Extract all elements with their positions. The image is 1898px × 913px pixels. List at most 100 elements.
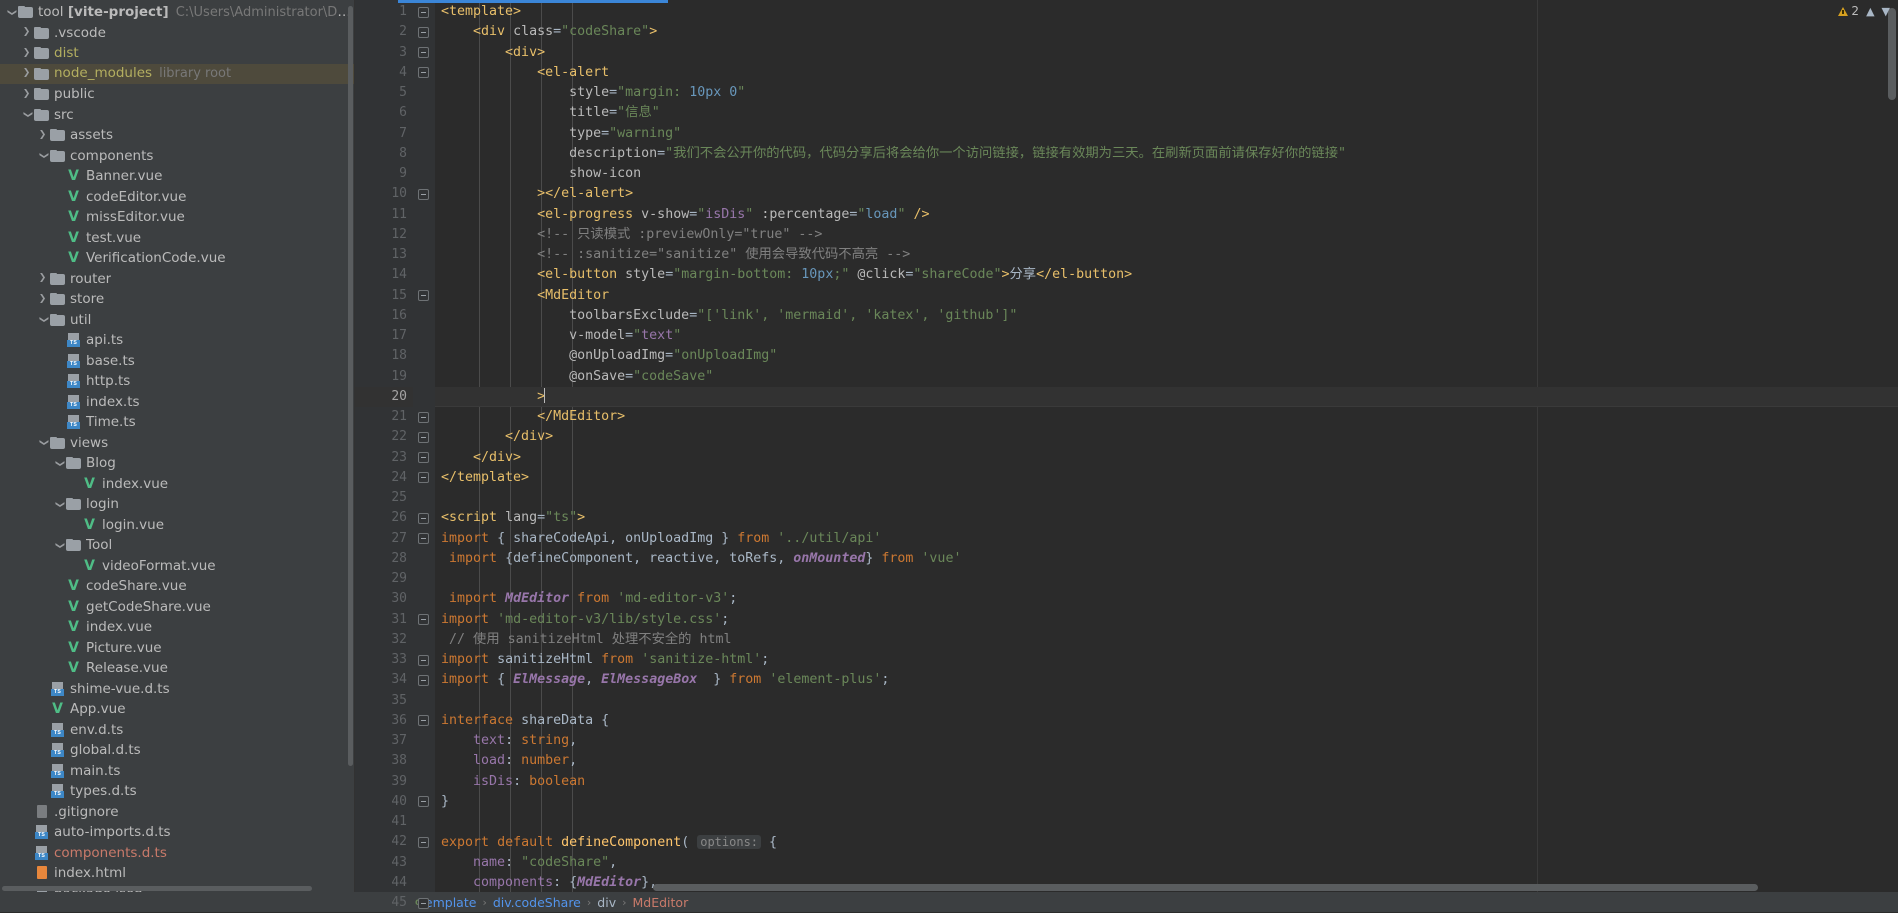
- code-line[interactable]: </MdEditor>: [435, 407, 1898, 427]
- chevron-right-icon[interactable]: ❯: [36, 294, 49, 304]
- code-line[interactable]: <div class="codeShare">: [435, 22, 1898, 42]
- fold-row[interactable]: [413, 508, 435, 528]
- tree-item-index-html[interactable]: index.html: [0, 863, 354, 884]
- tree-item-router[interactable]: ❯ router: [0, 269, 354, 290]
- line-number[interactable]: 42: [355, 832, 413, 852]
- tree-item-misseditor-vue[interactable]: VmissEditor.vue: [0, 207, 354, 228]
- line-number[interactable]: 39: [355, 772, 413, 792]
- line-number[interactable]: 17: [355, 326, 413, 346]
- fold-row[interactable]: [413, 225, 435, 245]
- fold-collapse-icon[interactable]: [418, 411, 429, 423]
- fold-row[interactable]: [413, 670, 435, 690]
- fold-row[interactable]: [413, 306, 435, 326]
- code-line[interactable]: name: "codeShare",: [435, 853, 1898, 873]
- fold-row[interactable]: [413, 427, 435, 447]
- line-number[interactable]: 38: [355, 751, 413, 771]
- breadcrumb-item[interactable]: div: [597, 895, 616, 910]
- chevron-down-icon[interactable]: ❯: [52, 541, 65, 550]
- fold-collapse-icon[interactable]: [418, 290, 429, 301]
- project-tree[interactable]: ❯ tool [vite-project] C:\Users\Administrat…: [0, 0, 354, 892]
- line-number[interactable]: 5: [355, 83, 413, 103]
- code-line[interactable]: <el-button style="margin-bottom: 10px;" …: [435, 265, 1898, 285]
- fold-collapse-icon[interactable]: [418, 614, 429, 625]
- fold-row[interactable]: [413, 569, 435, 589]
- chevron-up-icon[interactable]: ▲: [1866, 5, 1874, 18]
- tree-item-shime-vue-d-ts[interactable]: shime-vue.d.ts: [0, 679, 354, 700]
- fold-row[interactable]: [413, 184, 435, 204]
- line-number[interactable]: 24: [355, 468, 413, 488]
- fold-row[interactable]: [413, 589, 435, 609]
- line-number[interactable]: 12: [355, 225, 413, 245]
- tree-item-index-vue[interactable]: Vindex.vue: [0, 617, 354, 638]
- line-number-gutter[interactable]: 1 2 3 4 5 6 7 8 9 10 11 12 13 14 15 16 17 18 19 20 21 22 23 24 2…: [355, 0, 427, 910]
- tree-item-public[interactable]: ❯ public: [0, 84, 354, 105]
- line-number[interactable]: 9: [355, 164, 413, 184]
- fold-row[interactable]: [413, 144, 435, 164]
- fold-row[interactable]: [413, 630, 435, 650]
- tree-item-videoformat-vue[interactable]: VvideoFormat.vue: [0, 556, 354, 577]
- warning-count-badge[interactable]: 2: [1838, 4, 1859, 18]
- code-line[interactable]: import { ElMessage, ElMessageBox } from …: [435, 670, 1898, 690]
- fold-row[interactable]: [413, 448, 435, 468]
- fold-row[interactable]: [413, 832, 435, 852]
- fold-collapse-icon[interactable]: [418, 26, 429, 38]
- code-line[interactable]: export default defineComponent( options:…: [435, 832, 1898, 852]
- line-number[interactable]: 3: [355, 43, 413, 63]
- fold-row[interactable]: [413, 731, 435, 751]
- code-line[interactable]: toolbarsExclude="['link', 'mermaid', 'ka…: [435, 306, 1898, 326]
- code-line[interactable]: </template>: [435, 468, 1898, 488]
- line-number[interactable]: 2: [355, 22, 413, 42]
- fold-collapse-icon[interactable]: [418, 836, 429, 848]
- fold-row[interactable]: [413, 43, 435, 63]
- fold-collapse-icon[interactable]: [418, 188, 429, 200]
- code-line[interactable]: <el-progress v-show="isDis" :percentage=…: [435, 205, 1898, 225]
- chevron-down-icon[interactable]: ▼: [1882, 5, 1890, 18]
- code-line[interactable]: text: string,: [435, 731, 1898, 751]
- line-number[interactable]: 13: [355, 245, 413, 265]
- line-number[interactable]: 34: [355, 670, 413, 690]
- fold-collapse-icon[interactable]: [418, 67, 429, 79]
- fold-collapse-icon[interactable]: [418, 452, 429, 463]
- code-folding-gutter[interactable]: [413, 0, 435, 909]
- fold-row[interactable]: [413, 367, 435, 387]
- chevron-right-icon[interactable]: ❯: [20, 89, 33, 99]
- fold-row[interactable]: [413, 326, 435, 346]
- fold-collapse-icon[interactable]: [418, 47, 429, 58]
- fold-row[interactable]: [413, 610, 435, 630]
- fold-row[interactable]: [413, 488, 435, 508]
- line-number[interactable]: 6: [355, 103, 413, 123]
- tree-item-codeshare-vue[interactable]: VcodeShare.vue: [0, 576, 354, 597]
- code-text-area[interactable]: <template> <div class="codeShare"> <div>…: [435, 0, 1898, 892]
- fold-collapse-icon[interactable]: [418, 512, 429, 524]
- code-line[interactable]: [435, 488, 1898, 508]
- code-line[interactable]: [435, 812, 1898, 832]
- fold-row[interactable]: [413, 63, 435, 83]
- fold-row[interactable]: [413, 387, 435, 407]
- code-line[interactable]: import {defineComponent, reactive, toRef…: [435, 549, 1898, 569]
- editor-vertical-scrollbar[interactable]: [1885, 0, 1898, 892]
- project-tree-vertical-scrollbar[interactable]: [347, 0, 354, 892]
- code-line[interactable]: <template>: [435, 2, 1898, 22]
- fold-row[interactable]: [413, 751, 435, 771]
- fold-row[interactable]: [413, 853, 435, 873]
- line-number[interactable]: 29: [355, 569, 413, 589]
- fold-row[interactable]: [413, 529, 435, 549]
- chevron-right-icon[interactable]: ❯: [20, 48, 33, 58]
- tree-item-store[interactable]: ❯ store: [0, 289, 354, 310]
- chevron-down-icon[interactable]: ❯: [52, 459, 65, 468]
- tree-item-components[interactable]: ❯ components: [0, 146, 354, 167]
- fold-row[interactable]: [413, 286, 435, 306]
- line-number[interactable]: 21: [355, 407, 413, 427]
- code-line[interactable]: show-icon: [435, 164, 1898, 184]
- tree-item-components-d-ts[interactable]: components.d.ts: [0, 843, 354, 864]
- code-line[interactable]: }: [435, 792, 1898, 812]
- tree-item-release-vue[interactable]: V Release.vue: [0, 658, 354, 679]
- line-number[interactable]: 23: [355, 448, 413, 468]
- tree-item-tool[interactable]: ❯ tool [vite-project] C:\Users\Administrat…: [0, 2, 354, 23]
- code-line[interactable]: // 使用 sanitizeHtml 处理不安全的 html: [435, 630, 1898, 650]
- fold-row[interactable]: [413, 124, 435, 144]
- active-tab-indicator[interactable]: [398, 0, 668, 3]
- fold-row[interactable]: [413, 164, 435, 184]
- fold-row[interactable]: [413, 245, 435, 265]
- breadcrumb-item[interactable]: div.codeShare: [493, 895, 581, 910]
